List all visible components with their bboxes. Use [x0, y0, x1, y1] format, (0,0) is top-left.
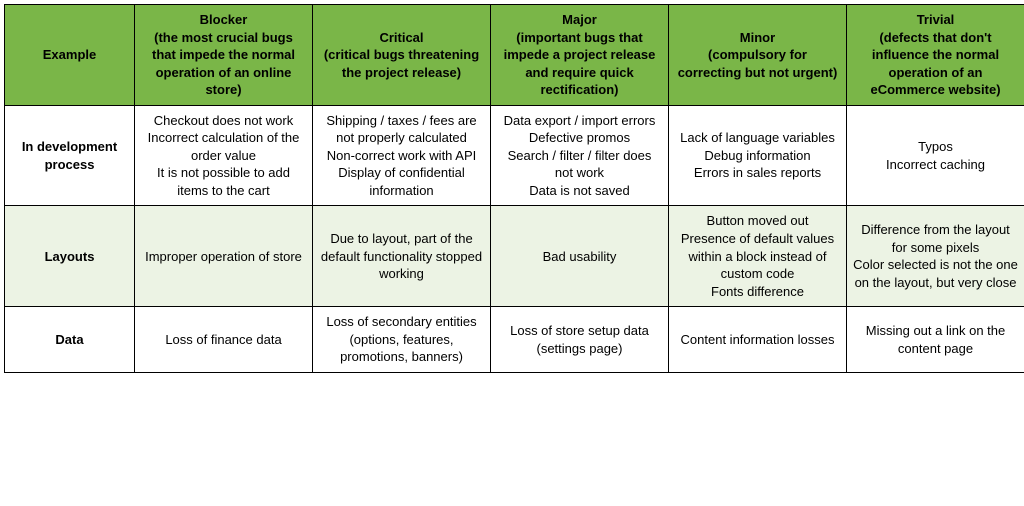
col-title: Minor: [740, 30, 775, 45]
cell-trivial: Difference from the layout for some pixe…: [847, 206, 1024, 307]
col-subtitle: (critical bugs threatening the project r…: [324, 47, 479, 80]
col-subtitle: (defects that don't influence the normal…: [870, 30, 1000, 98]
col-subtitle: (compulsory for correcting but not urgen…: [678, 47, 838, 80]
cell-minor: Lack of language variablesDebug informat…: [669, 105, 847, 206]
cell-minor: Button moved outPresence of default valu…: [669, 206, 847, 307]
row-label: In development process: [5, 105, 135, 206]
col-trivial: Trivial (defects that don't influence th…: [847, 5, 1024, 106]
cell-line: Errors in sales reports: [675, 164, 840, 182]
col-title: Example: [43, 47, 96, 62]
cell-line: It is not possible to add items to the c…: [141, 164, 306, 199]
col-title: Major: [562, 12, 597, 27]
cell-blocker: Loss of finance data: [135, 307, 313, 373]
cell-line: Bad usability: [497, 248, 662, 266]
row-label: Layouts: [5, 206, 135, 307]
cell-line: Typos: [853, 138, 1018, 156]
cell-critical: Due to layout, part of the default funct…: [313, 206, 491, 307]
cell-critical: Shipping / taxes / fees are not properly…: [313, 105, 491, 206]
cell-major: Data export / import errorsDefective pro…: [491, 105, 669, 206]
cell-line: Data export / import errors: [497, 112, 662, 130]
cell-major: Bad usability: [491, 206, 669, 307]
cell-line: Lack of language variables: [675, 129, 840, 147]
cell-line: Incorrect caching: [853, 156, 1018, 174]
cell-blocker: Checkout does not workIncorrect calculat…: [135, 105, 313, 206]
cell-line: Loss of finance data: [141, 331, 306, 349]
row-label: Data: [5, 307, 135, 373]
cell-line: Due to layout, part of the default funct…: [319, 230, 484, 283]
cell-line: Display of confidential information: [319, 164, 484, 199]
cell-line: Shipping / taxes / fees are not properly…: [319, 112, 484, 147]
cell-trivial: Missing out a link on the content page: [847, 307, 1024, 373]
cell-major: Loss of store setup data (settings page): [491, 307, 669, 373]
col-major: Major (important bugs that impede a proj…: [491, 5, 669, 106]
table-row: Data Loss of finance data Loss of secondar…: [5, 307, 1024, 373]
cell-line: Non-correct work with API: [319, 147, 484, 165]
cell-line: Presence of default values within a bloc…: [675, 230, 840, 283]
cell-line: Color selected is not the one on the lay…: [853, 256, 1018, 291]
table-row: In development processCheckout does not …: [5, 105, 1024, 206]
table-body: In development processCheckout does not …: [5, 105, 1024, 372]
cell-line: Button moved out: [675, 212, 840, 230]
cell-line: Content information losses: [675, 331, 840, 349]
col-title: Blocker: [200, 12, 248, 27]
cell-blocker: Improper operation of store: [135, 206, 313, 307]
cell-line: Missing out a link on the content page: [853, 322, 1018, 357]
col-critical: Critical (critical bugs threatening the …: [313, 5, 491, 106]
col-blocker: Blocker (the most crucial bugs that impe…: [135, 5, 313, 106]
cell-minor: Content information losses: [669, 307, 847, 373]
col-title: Critical: [379, 30, 423, 45]
table-header: Example Blocker (the most crucial bugs t…: [5, 5, 1024, 106]
cell-line: Incorrect calculation of the order value: [141, 129, 306, 164]
cell-line: Defective promos: [497, 129, 662, 147]
cell-line: Data is not saved: [497, 182, 662, 200]
cell-line: Loss of store setup data (settings page): [497, 322, 662, 357]
bug-severity-table: Example Blocker (the most crucial bugs t…: [4, 4, 1024, 373]
col-example: Example: [5, 5, 135, 106]
cell-critical: Loss of secondary entities (options, fea…: [313, 307, 491, 373]
cell-line: Improper operation of store: [141, 248, 306, 266]
cell-trivial: TyposIncorrect caching: [847, 105, 1024, 206]
cell-line: Search / filter / filter does not work: [497, 147, 662, 182]
col-title: Trivial: [917, 12, 955, 27]
cell-line: Checkout does not work: [141, 112, 306, 130]
col-subtitle: (the most crucial bugs that impede the n…: [152, 30, 295, 98]
cell-line: Difference from the layout for some pixe…: [853, 221, 1018, 256]
cell-line: Debug information: [675, 147, 840, 165]
cell-line: Fonts difference: [675, 283, 840, 301]
table-row: Layouts Improper operation of store Due to…: [5, 206, 1024, 307]
col-subtitle: (important bugs that impede a project re…: [504, 30, 656, 98]
col-minor: Minor (compulsory for correcting but not…: [669, 5, 847, 106]
cell-line: Loss of secondary entities (options, fea…: [319, 313, 484, 366]
